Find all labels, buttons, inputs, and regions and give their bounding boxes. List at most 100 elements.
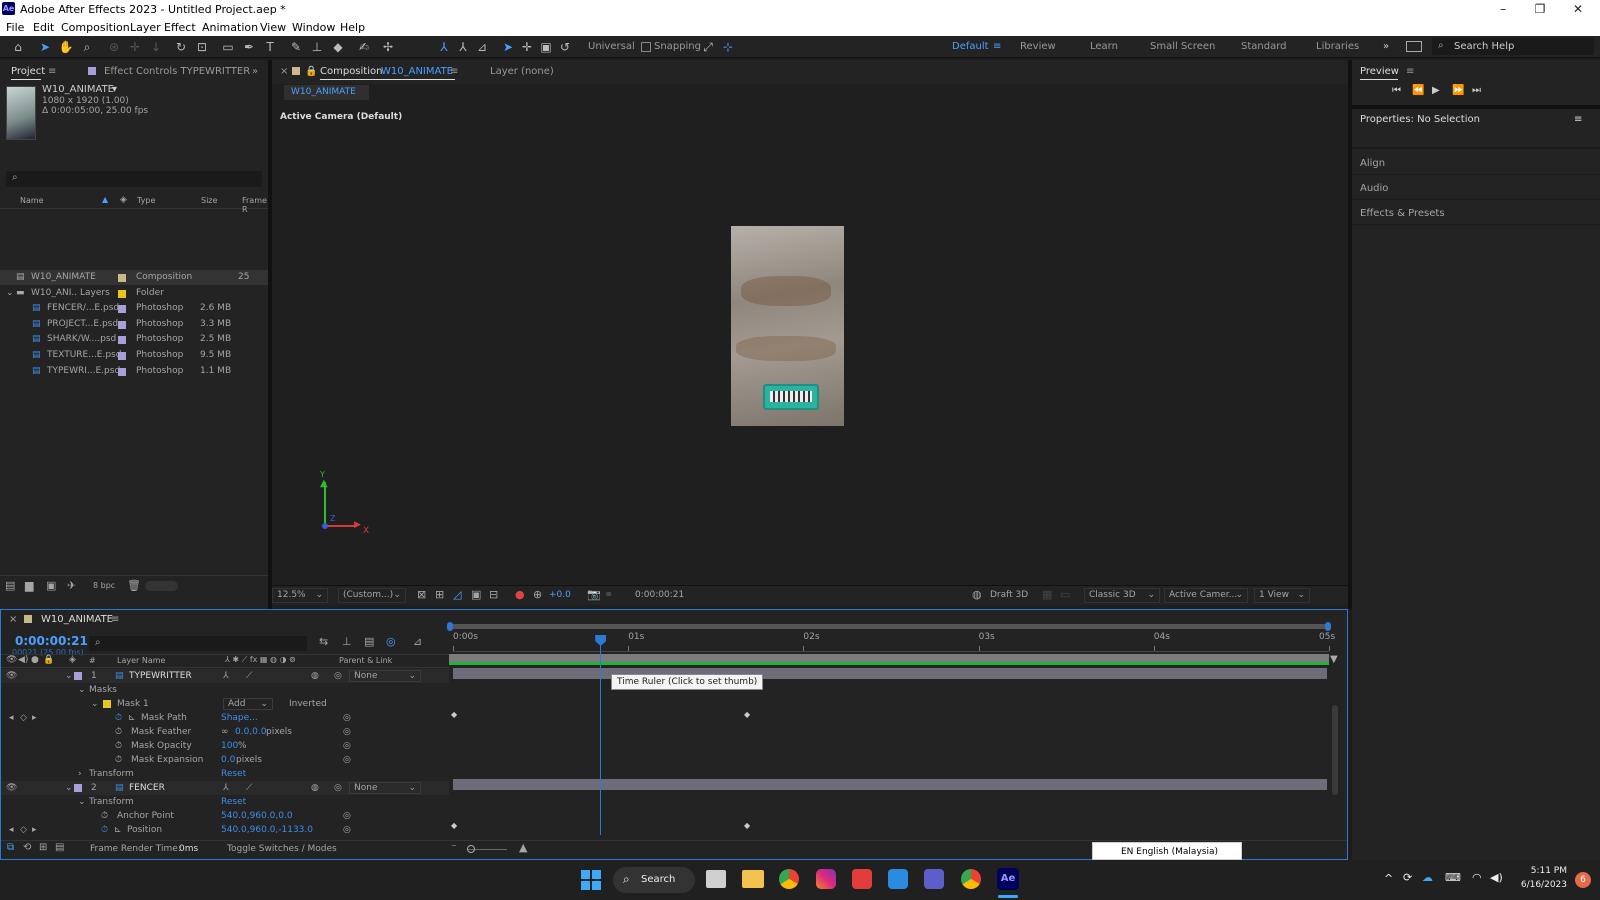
property-group-value[interactable]: Reset (221, 767, 246, 781)
project-item[interactable]: ▤ SHARK/W....psd Photoshop 2.5 MB (0, 332, 268, 347)
label-swatch[interactable] (118, 320, 126, 329)
solo-column-icon[interactable]: ● (31, 655, 39, 665)
world-axis-icon[interactable]: ⅄ (455, 39, 471, 55)
label-swatch[interactable] (118, 305, 126, 314)
last-frame-icon[interactable]: ⏭ (1472, 85, 1481, 96)
property-value[interactable]: 0.0,0.0 (235, 725, 267, 739)
roto-brush-tool-icon[interactable]: ✍ (356, 39, 372, 55)
draft3d-icon[interactable]: ◍ (972, 588, 982, 601)
comp-breadcrumb[interactable]: W10_ANIMATE (284, 85, 369, 100)
menu-help[interactable]: Help (340, 21, 365, 34)
sort-ascending-icon[interactable]: ▲ (102, 195, 108, 204)
tab-effect-controls[interactable]: Effect Controls TYPEWRITTER (104, 60, 250, 84)
comp-canvas[interactable] (731, 226, 844, 426)
comp-marker-icon[interactable]: ▼ (1330, 654, 1338, 668)
label-column-icon[interactable]: ◈ (120, 195, 127, 205)
snap-options-icon[interactable]: ⤢ (700, 39, 716, 55)
keyframe-mask-path-end[interactable]: ◆ (744, 710, 750, 719)
preview-menu-icon[interactable]: ≡ (1406, 60, 1414, 84)
label-swatch[interactable] (118, 336, 126, 345)
label-swatch[interactable] (118, 352, 126, 360)
eye-icon[interactable]: 👁 (6, 781, 17, 795)
collapse-switch-icon[interactable]: ⅄ (223, 781, 229, 795)
eye-icon[interactable]: 👁 (6, 669, 17, 683)
timeline-property-row[interactable]: ⏱ Mask Expansion 0.0 pixels ◎ (1, 753, 449, 767)
work-area-region[interactable] (449, 654, 1329, 662)
mask-visibility-icon[interactable]: ◿ (453, 588, 461, 601)
rotate-tool-icon[interactable]: ↻ (173, 39, 189, 55)
maximize-button[interactable]: ❐ (1530, 2, 1550, 16)
work-area-bar[interactable] (447, 622, 1331, 631)
timeline-property-row[interactable]: ⏱ Mask Opacity 100% ◎ (1, 739, 449, 753)
close-tab-icon[interactable]: × (9, 614, 17, 625)
quality-switch-icon[interactable]: ⟋ (246, 669, 252, 683)
clone-stamp-tool-icon[interactable]: ⊥ (309, 39, 325, 55)
expand-arrow-icon[interactable]: ⌄ (65, 669, 73, 683)
preview-title[interactable]: Preview (1360, 60, 1399, 84)
workspace-overflow-icon[interactable]: » (1383, 41, 1389, 52)
snap-target-icon[interactable]: ⊹ (720, 39, 736, 55)
fast-previews-icon[interactable]: ⊠ (417, 588, 426, 601)
draft-3d-toggle-icon[interactable]: ⊥ (342, 635, 352, 648)
puppet-tool-icon[interactable]: ✢ (380, 39, 396, 55)
align-section[interactable]: Align (1360, 158, 1385, 169)
keyframe-position-end[interactable]: ◆ (744, 821, 750, 830)
axis-mode-label[interactable]: Universal (588, 41, 635, 52)
parent-select[interactable]: None ⌄ (349, 782, 421, 794)
chrome-icon[interactable] (779, 869, 799, 889)
transparency-grid-icon[interactable]: ⊞ (435, 588, 444, 601)
mask-name[interactable]: Mask 1 (117, 697, 149, 711)
3d-layer-icon[interactable]: ◍ (311, 781, 319, 795)
menu-composition[interactable]: Composition (61, 21, 130, 34)
bpc-label[interactable]: 8 bpc (93, 581, 115, 590)
play-icon[interactable]: ▶ (1432, 85, 1440, 96)
property-value[interactable]: 540.0,960.0,0.0 (221, 809, 293, 823)
workspace-small-screen[interactable]: Small Screen (1150, 41, 1215, 52)
sync-icon[interactable]: ⟳ (1403, 871, 1412, 884)
snapshot-icon[interactable]: 📷 (587, 588, 601, 601)
pan-behind-tool-icon[interactable]: ⊡ (194, 39, 210, 55)
next-frame-icon[interactable]: ⏩ (1452, 85, 1464, 96)
hide-shy-icon[interactable]: ▤ (364, 635, 374, 648)
timeline-comp-tab[interactable]: W10_ANIMATE (41, 614, 113, 625)
property-group-value[interactable]: Reset (221, 795, 246, 809)
selection-tool-icon[interactable]: ➤ (37, 39, 53, 55)
property-value[interactable]: 540.0,960.0,-1133.0 (221, 823, 313, 837)
timeline-menu-icon[interactable]: ≡ (111, 614, 119, 625)
workspace-libraries[interactable]: Libraries (1316, 41, 1359, 52)
expression-icon[interactable]: ◎ (343, 809, 351, 823)
tab-composition[interactable]: Composition (320, 60, 382, 84)
mask-inverted-label[interactable]: Inverted (289, 697, 327, 711)
timeline-layer-row[interactable]: 👁 ⌄ 2 ▤ FENCER ⅄ ⟋ ◍ ◎ None ⌄ (1, 781, 449, 795)
onedrive-icon[interactable]: ☁ (1422, 871, 1433, 884)
timeline-property-group[interactable]: ⌄ Transform Reset (1, 795, 449, 809)
graph-icon[interactable]: ⊾ (128, 711, 136, 725)
menu-layer[interactable]: Layer (130, 21, 161, 34)
stopwatch-icon[interactable]: ⏱ (115, 753, 122, 767)
pen-tool-icon[interactable]: ✒ (241, 39, 257, 55)
keyframe-mask-path-start[interactable]: ◆ (451, 710, 457, 719)
audio-column-icon[interactable]: ◀) (18, 655, 28, 665)
extended-viewer-icon[interactable]: ▦ (1042, 588, 1052, 601)
layer-label-swatch[interactable] (74, 784, 82, 792)
timeline-property-row[interactable]: ⏱ Mask Feather ∞ 0.0,0.0 pixels ◎ (1, 725, 449, 739)
stopwatch-icon[interactable]: ⏱ (115, 739, 122, 753)
lock-icon[interactable]: 🔒 (305, 60, 317, 84)
timeline-property-row[interactable]: ◂ ◇ ▸ ⏱ ⊾ Mask Path Shape... ◎ (1, 711, 449, 725)
next-keyframe-icon[interactable]: ▸ (32, 711, 37, 725)
clock-date[interactable]: 6/16/2023 (1512, 880, 1567, 890)
pan-tool-icon[interactable]: ✛ (127, 39, 143, 55)
first-frame-icon[interactable]: ⏮ (1392, 85, 1401, 96)
tab-composition-name[interactable]: W10_ANIMATE (381, 60, 453, 84)
view-layout-select[interactable]: 1 View ⌄ (1254, 588, 1310, 603)
task-view-icon[interactable] (706, 870, 726, 888)
graph-editor-icon[interactable]: ⊿ (413, 635, 422, 648)
transfer-controls-icon[interactable]: ⟲ (23, 842, 31, 853)
renderer-select[interactable]: Classic 3D ⌄ (1084, 588, 1160, 603)
teams-icon[interactable] (924, 869, 944, 889)
snipping-tool-icon[interactable] (888, 869, 908, 889)
keyframe-position-start[interactable]: ◆ (451, 821, 457, 830)
prev-keyframe-icon[interactable]: ◂ (9, 823, 14, 837)
comp-mini-flowchart-icon[interactable]: ⇆ (319, 635, 328, 648)
hand-tool-icon[interactable]: ✋ (58, 39, 74, 55)
